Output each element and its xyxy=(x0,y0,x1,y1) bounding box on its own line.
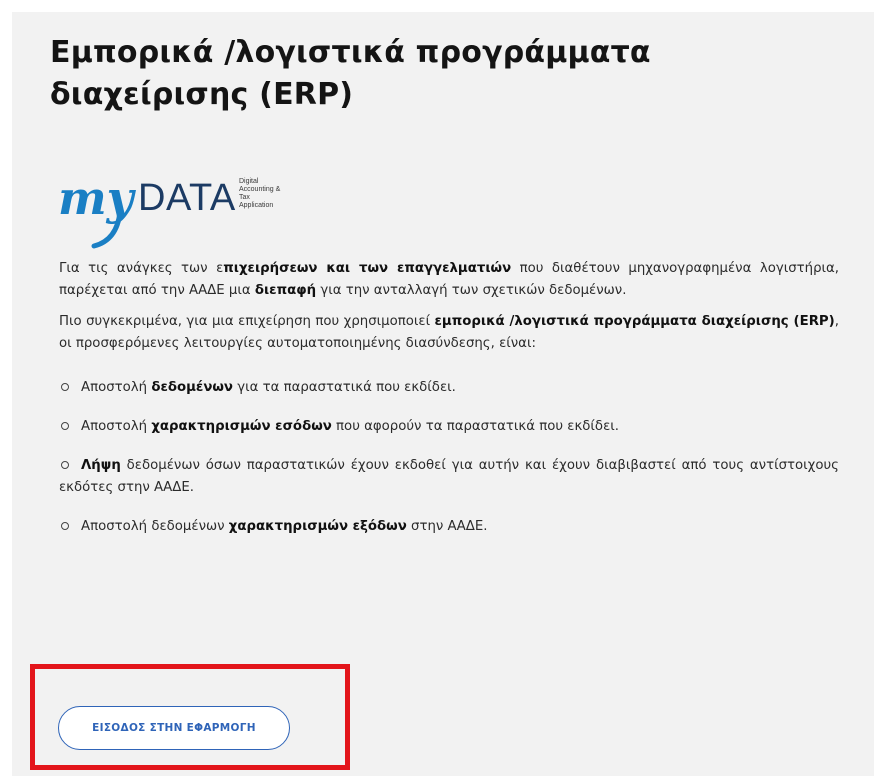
bullet-icon xyxy=(61,382,69,391)
feature-text: Λήψη δεδομένων όσων παραστατικών έχουν ε… xyxy=(59,458,839,495)
page-title: Εμπορικά /λογιστικά προγράμματα διαχείρι… xyxy=(50,35,651,112)
logo-subtitle: Digital Accounting & Tax Application xyxy=(239,178,299,210)
feature-text: Αποστολή χαρακτηρισμών εσόδων που αφορού… xyxy=(81,419,619,434)
feature-text: Αποστολή δεδομένων για τα παραστατικά πο… xyxy=(81,380,456,395)
logo-my-wordmark: my xyxy=(58,172,137,249)
enter-application-button[interactable]: ΕΙΣΟΔΟΣ ΣΤΗΝ ΕΦΑΡΜΟΓΗ xyxy=(58,706,290,750)
list-item: Αποστολή δεδομένων χαρακτηρισμών εξόδων … xyxy=(59,516,839,538)
logo-subtitle-line: Tax xyxy=(239,194,250,201)
list-item: Λήψη δεδομένων όσων παραστατικών έχουν ε… xyxy=(59,455,839,499)
logo-data-text: DATA xyxy=(138,177,236,219)
logo-my-text: my xyxy=(58,172,137,225)
bullet-icon xyxy=(61,421,69,430)
logo-subtitle-line: Digital xyxy=(239,178,259,185)
mydata-logo: my DATA Digital Accounting & Tax Applica… xyxy=(58,172,308,252)
intro-paragraph: Για τις ανάγκες των επιχειρήσεων και των… xyxy=(59,261,839,298)
intro-paragraph: Πιο συγκεκριμένα, για μια επιχείρηση που… xyxy=(59,314,839,351)
logo-subtitle-line: Application xyxy=(239,202,274,209)
bullet-icon xyxy=(61,460,69,469)
feature-text: Αποστολή δεδομένων χαρακτηρισμών εξόδων … xyxy=(81,519,488,534)
description: Για τις ανάγκες των επιχειρήσεων και των… xyxy=(59,258,839,555)
logo-subtitle-line: Accounting & xyxy=(239,186,281,193)
bullet-icon xyxy=(61,521,69,530)
list-item: Αποστολή δεδομένων για τα παραστατικά πο… xyxy=(59,377,839,399)
list-item: Αποστολή χαρακτηρισμών εσόδων που αφορού… xyxy=(59,416,839,438)
features-list: Αποστολή δεδομένων για τα παραστατικά πο… xyxy=(59,377,839,538)
